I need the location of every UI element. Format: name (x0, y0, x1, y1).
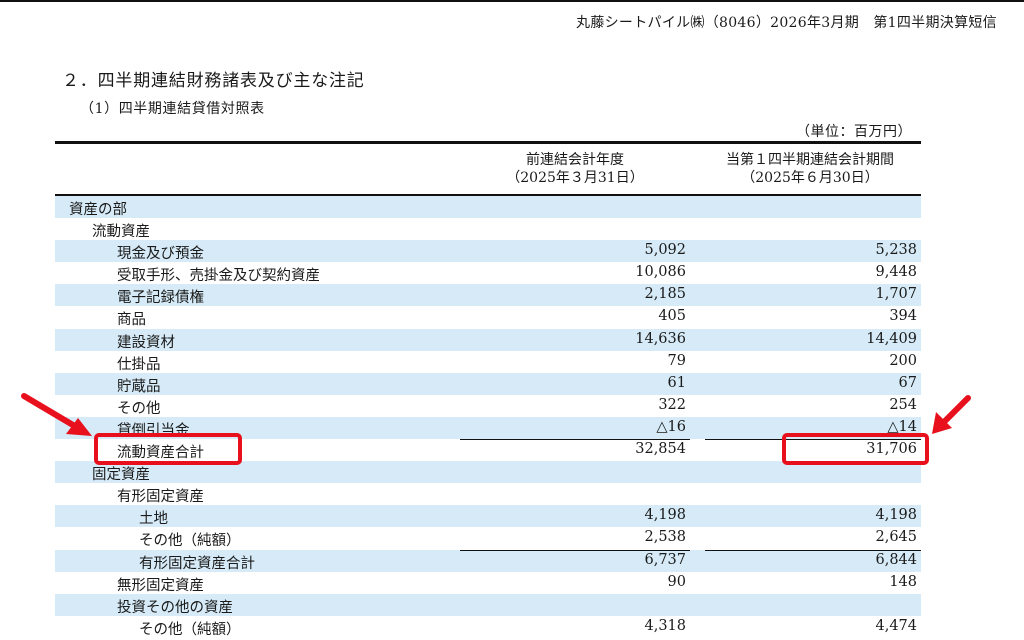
right-arrow-icon (932, 395, 971, 434)
curr-value: 200 (889, 352, 917, 369)
top-rule (0, 0, 1024, 2)
table-row: 商品 405 394 (55, 306, 921, 328)
column-header-curr-title: 当第１四半期連結会計期間 (726, 152, 894, 168)
left-arrow-icon (21, 393, 92, 436)
row-label: 有形固定資産合計 (139, 555, 255, 572)
prev-value: 6,737 (644, 551, 686, 568)
row-label: 受取手形、売掛金及び契約資産 (117, 268, 320, 285)
table-header: 前連結会計年度 （2025年３月31日） 当第１四半期連結会計期間 （2025年… (55, 141, 921, 196)
table-row: 土地 4,198 4,198 (55, 505, 921, 528)
table-row: 有形固定資産合計 6,737 6,844 (55, 549, 921, 572)
prev-value: 4,318 (644, 617, 686, 634)
curr-value: 67 (898, 374, 917, 391)
row-label: 投資その他の資産 (117, 599, 233, 616)
table-row: その他 322 254 (55, 395, 921, 417)
row-label: 商品 (117, 312, 146, 329)
column-header-curr-date: （2025年６月30日） (741, 170, 879, 186)
prev-value: 2,538 (644, 529, 686, 546)
column-header-prev-date: （2025年３月31日） (506, 170, 644, 186)
row-label: 有形固定資産 (117, 489, 204, 506)
prev-value: 5,092 (644, 242, 686, 259)
curr-value: 148 (889, 573, 917, 590)
table-row: 受取手形、売掛金及び契約資産 10,086 9,448 (55, 262, 921, 284)
row-label: その他（純額） (139, 533, 241, 550)
table-row: 流動資産 (55, 218, 921, 240)
section-subtitle: （1）四半期連結貸借対照表 (80, 101, 265, 117)
highlight-box-label (94, 433, 242, 465)
document-header: 丸藤シートパイル㈱（8046）2026年3月期 第1四半期決算短信 (576, 15, 997, 31)
table-row: 有形固定資産 (55, 483, 921, 505)
curr-value: 9,448 (875, 264, 917, 281)
prev-value: 4,198 (644, 507, 686, 524)
row-label: 電子記録債権 (117, 290, 204, 307)
curr-value: 6,844 (875, 551, 917, 568)
table-row: 貯蔵品 61 67 (55, 372, 921, 395)
prev-value: 90 (667, 573, 686, 590)
prev-value: 32,854 (635, 441, 686, 458)
row-label: 資産の部 (69, 202, 127, 218)
row-label: 現金及び預金 (117, 246, 204, 263)
curr-value: 14,409 (866, 330, 917, 347)
row-label: 無形固定資産 (117, 577, 204, 594)
curr-value: 394 (889, 308, 917, 325)
table-row: 建設資材 14,636 14,409 (55, 328, 921, 351)
unit-label: （単位：百万円） (796, 124, 912, 140)
prev-value: 2,185 (644, 286, 686, 303)
subtotal-rule (460, 549, 690, 551)
table-row: その他（純額） 2,538 2,645 (55, 527, 921, 549)
table-row: 仕掛品 79 200 (55, 351, 921, 373)
curr-value: 4,474 (875, 617, 917, 634)
highlight-box-value (782, 433, 929, 465)
column-header-prev-title: 前連結会計年度 (526, 152, 624, 168)
prev-value: 79 (667, 352, 686, 369)
prev-value: △16 (656, 418, 686, 435)
row-label: 土地 (139, 511, 168, 528)
prev-value: 322 (658, 396, 686, 413)
row-label: 仕掛品 (117, 356, 161, 373)
prev-value: 405 (658, 308, 686, 325)
subtotal-rule (705, 549, 921, 551)
row-label: その他（純額） (139, 621, 241, 638)
section-title: ２．四半期連結財務諸表及び主な注記 (62, 71, 365, 91)
row-label: その他 (117, 400, 161, 417)
curr-value: 5,238 (875, 242, 917, 259)
row-label: 建設資材 (117, 334, 175, 351)
curr-value: 2,645 (875, 529, 917, 546)
curr-value: 4,198 (875, 507, 917, 524)
prev-value: 61 (667, 374, 686, 391)
column-header-prev: 前連結会計年度 （2025年３月31日） (475, 151, 675, 187)
table-row: その他（純額） 4,318 4,474 (55, 616, 921, 638)
column-header-curr: 当第１四半期連結会計期間 （2025年６月30日） (695, 151, 925, 187)
table-row: 現金及び預金 5,092 5,238 (55, 240, 921, 263)
subtotal-rule (460, 439, 690, 441)
prev-value: 10,086 (635, 264, 686, 281)
row-label: 貯蔵品 (117, 378, 161, 395)
row-label: 流動資産 (92, 224, 150, 241)
table-row: 投資その他の資産 (55, 593, 921, 616)
table-row: 電子記録債権 2,185 1,707 (55, 284, 921, 307)
table-row: 無形固定資産 90 148 (55, 572, 921, 594)
curr-value: 254 (889, 396, 917, 413)
row-label: 固定資産 (92, 467, 150, 484)
table-row: 資産の部 (55, 196, 921, 219)
prev-value: 14,636 (635, 330, 686, 347)
curr-value: 1,707 (875, 286, 917, 303)
balance-sheet-table: 前連結会計年度 （2025年３月31日） 当第１四半期連結会計期間 （2025年… (55, 141, 921, 638)
